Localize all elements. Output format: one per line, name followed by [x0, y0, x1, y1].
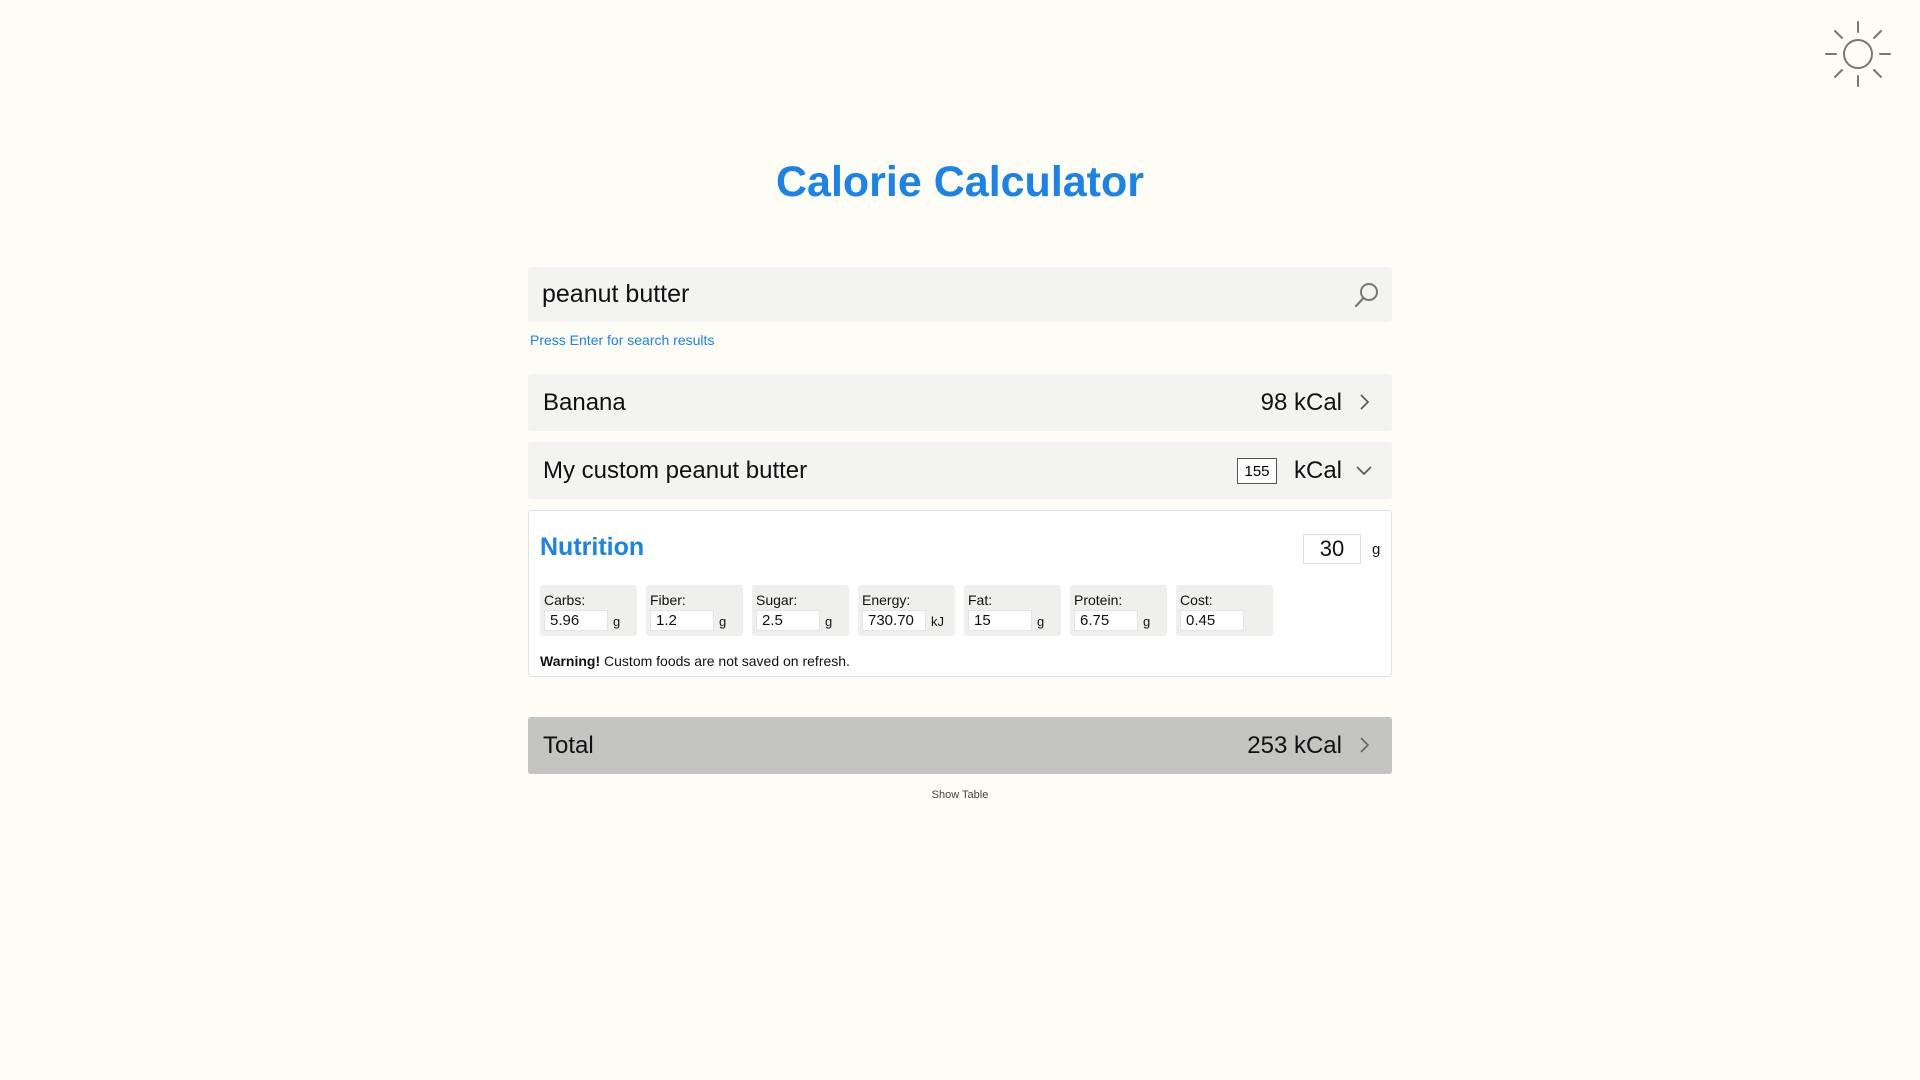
nutrient-label: Fat: [968, 592, 993, 608]
sun-icon [1825, 21, 1891, 87]
nutrient-cost: Cost: [1176, 585, 1273, 636]
search-input[interactable] [542, 267, 1322, 322]
nutrient-protein: Protein: g [1070, 585, 1167, 636]
nutrient-sugar: Sugar: g [752, 585, 849, 636]
search-icon[interactable] [1352, 280, 1382, 310]
nutrient-label: Energy: [862, 592, 911, 608]
nutrient-energy: Energy: kJ [858, 585, 955, 636]
total-label: Total [543, 732, 594, 759]
food-name: My custom peanut butter [543, 457, 808, 484]
nutrient-sugar-input[interactable] [756, 610, 820, 631]
nutrient-unit: kJ [931, 614, 944, 629]
search-hint: Press Enter for search results [530, 332, 715, 348]
nutrient-energy-input[interactable] [862, 610, 926, 631]
nutrient-unit: g [719, 614, 727, 629]
kcal-input[interactable] [1237, 458, 1277, 484]
chevron-down-icon[interactable] [1354, 460, 1374, 480]
theme-toggle-button[interactable] [1822, 18, 1894, 90]
nutrient-label: Fiber: [650, 592, 686, 608]
nutrient-unit: g [613, 614, 621, 629]
nutrient-carbs-input[interactable] [544, 610, 608, 631]
food-kcal: 98 kCal [1260, 389, 1342, 416]
total-kcal: 253 kCal [1247, 732, 1342, 759]
nutrition-title: Nutrition [540, 533, 645, 561]
chevron-right-icon[interactable] [1354, 735, 1374, 755]
nutrient-unit: g [1037, 614, 1045, 629]
food-name: Banana [543, 389, 626, 416]
nutrient-cost-input[interactable] [1180, 610, 1244, 631]
nutrient-unit: g [1143, 614, 1151, 629]
nutrient-fat: Fat: g [964, 585, 1061, 636]
grams-unit: g [1372, 541, 1381, 558]
nutrient-label: Protein: [1074, 592, 1123, 608]
nutrient-fat-input[interactable] [968, 610, 1032, 631]
food-row-banana[interactable]: Banana 98 kCal [528, 374, 1392, 431]
chevron-right-icon[interactable] [1354, 392, 1374, 412]
nutrient-carbs: Carbs: g [540, 585, 637, 636]
nutrient-label: Carbs: [544, 592, 586, 608]
nutrient-label: Sugar: [756, 592, 798, 608]
nutrient-unit: g [825, 614, 833, 629]
nutrient-fiber: Fiber: g [646, 585, 743, 636]
warning-text: Custom foods are not saved on refresh. [600, 653, 850, 669]
food-row-custom-peanut-butter[interactable]: My custom peanut butter kCal [528, 442, 1392, 499]
warning-message: Warning! Custom foods are not saved on r… [540, 653, 850, 669]
grams-input[interactable] [1303, 534, 1361, 564]
warning-label: Warning! [540, 653, 601, 669]
nutrient-fiber-input[interactable] [650, 610, 714, 631]
nutrient-label: Cost: [1180, 592, 1213, 608]
page-title: Calorie Calculator [776, 158, 1144, 206]
show-table-link[interactable]: Show Table [0, 789, 1920, 801]
nutrient-protein-input[interactable] [1074, 610, 1138, 631]
kcal-unit: kCal [1293, 457, 1342, 484]
total-row[interactable]: Total 253 kCal [528, 717, 1392, 774]
nutrition-panel: Nutrition g Carbs: g Fiber: g Sugar: g E… [528, 510, 1392, 677]
search-box [528, 267, 1392, 322]
